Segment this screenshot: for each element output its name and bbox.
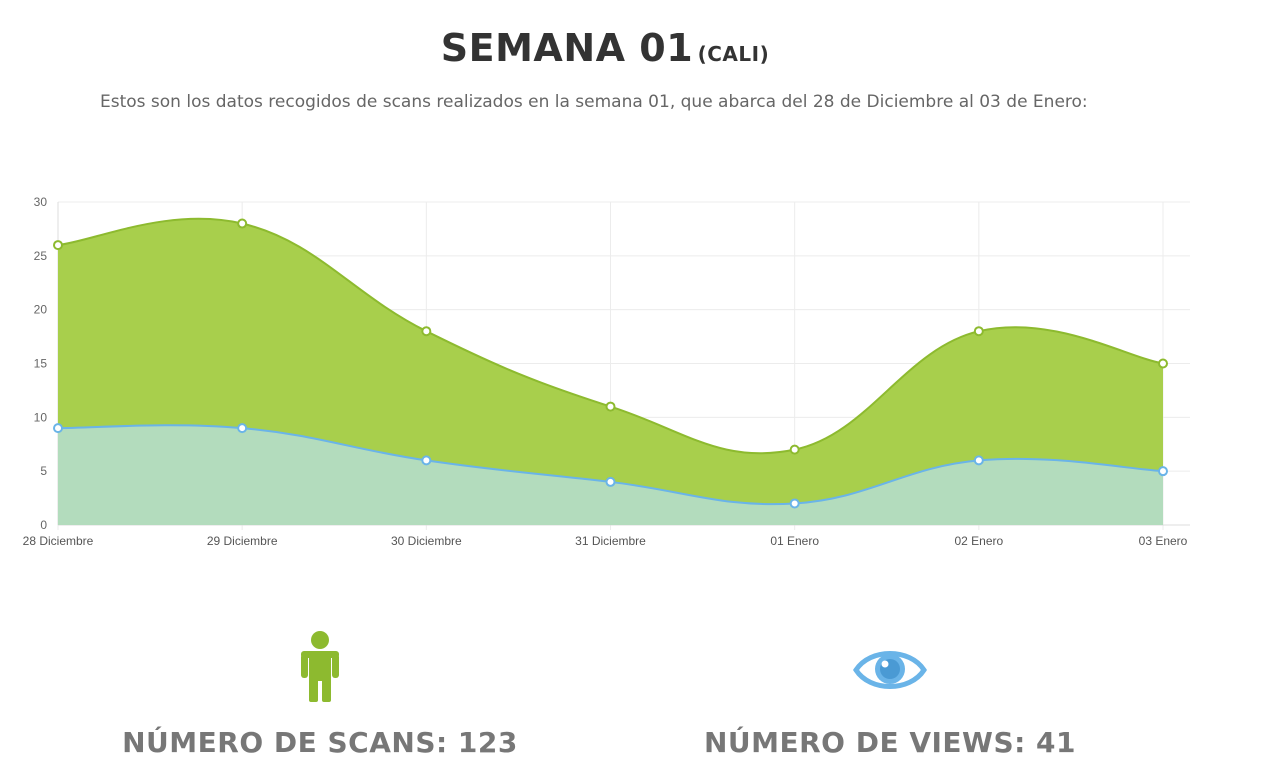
series-2-point xyxy=(973,455,984,466)
y-tick-label: 25 xyxy=(34,249,48,263)
x-tick-label: 29 Diciembre xyxy=(207,534,278,548)
y-tick-label: 5 xyxy=(40,464,47,478)
title-suffix: (CALI) xyxy=(697,42,770,66)
x-tick-label: 28 Diciembre xyxy=(23,534,94,548)
series-2-point xyxy=(1158,466,1168,477)
person-icon xyxy=(301,631,339,702)
series-1-point xyxy=(237,218,248,229)
series-2-point xyxy=(237,423,248,434)
x-tick-label: 30 Diciembre xyxy=(391,534,462,548)
scans-stat: NÚMERO DE SCANS: 123 xyxy=(70,630,570,759)
page: SEMANA 01 (CALI) Estos son los datos rec… xyxy=(0,0,1284,780)
series-2-point xyxy=(605,476,616,487)
y-tick-label: 0 xyxy=(40,518,47,532)
series-2-point xyxy=(789,498,800,509)
y-tick-label: 20 xyxy=(34,303,48,317)
views-stat: NÚMERO DE VIEWS: 41 xyxy=(640,630,1140,759)
series-1-point xyxy=(973,326,984,337)
x-tick-label: 01 Enero xyxy=(770,534,819,548)
x-tick-label: 31 Diciembre xyxy=(575,534,646,548)
eye-icon xyxy=(853,651,927,689)
area-chart: 0 5 10 15 20 25 30 28 Diciembre 29 Diciembre 30 D… xyxy=(23,195,1190,548)
series-1-point xyxy=(53,240,63,251)
series-1-point xyxy=(1158,358,1168,369)
page-title: SEMANA 01 (CALI) xyxy=(0,26,1210,70)
title-main: SEMANA 01 xyxy=(440,26,694,70)
series-2-point xyxy=(421,455,432,466)
series-2-point xyxy=(53,423,63,434)
scans-count-label: NÚMERO DE SCANS: 123 xyxy=(122,726,518,759)
views-count-label: NÚMERO DE VIEWS: 41 xyxy=(703,726,1077,759)
series-1-point xyxy=(605,401,616,412)
y-tick-label: 15 xyxy=(34,357,48,371)
x-tick-label: 03 Enero xyxy=(1139,534,1188,548)
series-1-point xyxy=(421,326,432,337)
page-description: Estos son los datos recogidos de scans r… xyxy=(100,92,1088,112)
y-tick-label: 30 xyxy=(34,195,48,209)
y-tick-label: 10 xyxy=(34,410,48,424)
series-1-point xyxy=(789,444,800,455)
x-tick-label: 02 Enero xyxy=(954,534,1003,548)
